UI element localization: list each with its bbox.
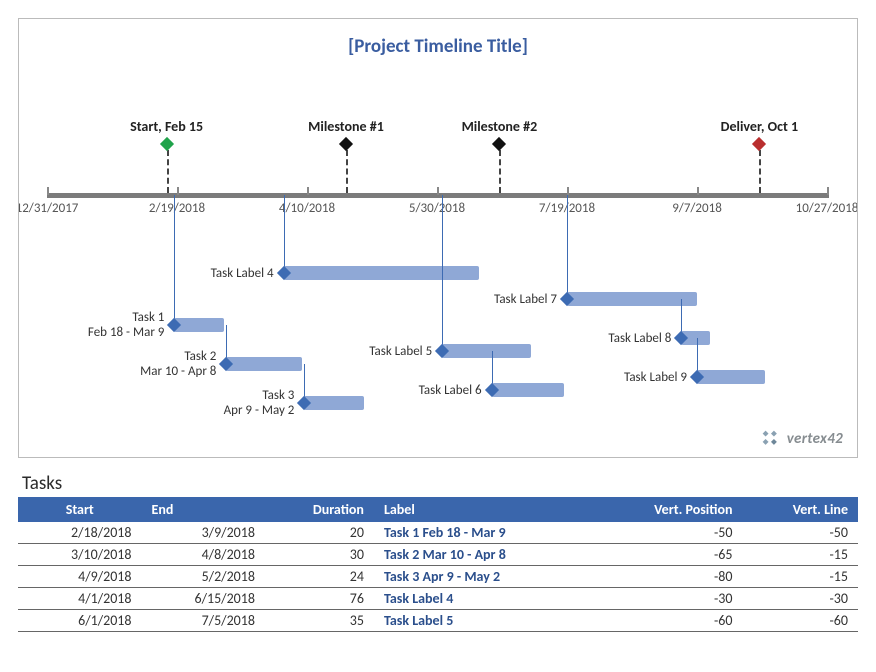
task-drop-line bbox=[174, 195, 175, 325]
task-label: Task Label 9 bbox=[624, 370, 695, 385]
milestone-drop-line bbox=[759, 150, 761, 193]
table-cell: -50 bbox=[742, 522, 858, 544]
table-cell: Task Label 5 bbox=[374, 610, 592, 632]
table-row: 6/1/20187/5/201835Task Label 5-60-60 bbox=[18, 610, 858, 632]
table-cell: 3/10/2018 bbox=[18, 544, 141, 566]
col-label: Label bbox=[374, 497, 592, 522]
col-duration: Duration bbox=[265, 497, 374, 522]
col-end: End bbox=[141, 497, 264, 522]
col-vpos: Vert. Position bbox=[592, 497, 743, 522]
table-row: 4/9/20185/2/201824Task 3 Apr 9 - May 2-8… bbox=[18, 566, 858, 588]
table-cell: -15 bbox=[742, 544, 858, 566]
table-cell: 3/9/2018 bbox=[141, 522, 264, 544]
axis-tick bbox=[567, 187, 569, 195]
axis-tick bbox=[437, 187, 439, 195]
task-label: Task Label 4 bbox=[211, 266, 282, 281]
chart-title: [Project Timeline Title] bbox=[47, 35, 829, 58]
axis-tick-label: 9/7/2018 bbox=[672, 201, 722, 216]
axis-tick bbox=[827, 187, 829, 195]
brand-icon bbox=[761, 429, 781, 449]
task-label: Task 3Apr 9 - May 2 bbox=[224, 388, 303, 418]
table-cell: -50 bbox=[592, 522, 743, 544]
task-bar bbox=[442, 344, 530, 358]
axis-tick-label: 5/30/2018 bbox=[409, 201, 465, 216]
tasks-table-header: Start End Duration Label Vert. Position … bbox=[18, 497, 858, 522]
tasks-table-section: Tasks Start End Duration Label Vert. Pos… bbox=[18, 472, 858, 632]
table-cell: 30 bbox=[265, 544, 374, 566]
table-cell: -60 bbox=[742, 610, 858, 632]
task-bar bbox=[304, 396, 364, 410]
task-bar bbox=[284, 266, 479, 280]
table-cell: 4/9/2018 bbox=[18, 566, 141, 588]
table-cell: 5/2/2018 bbox=[141, 566, 264, 588]
task-bar bbox=[492, 383, 565, 397]
col-vline: Vert. Line bbox=[742, 497, 858, 522]
milestone-drop-line bbox=[499, 150, 501, 193]
table-cell: Task 1 Feb 18 - Mar 9 bbox=[374, 522, 592, 544]
tasks-table: Start End Duration Label Vert. Position … bbox=[18, 497, 858, 632]
table-cell: -15 bbox=[742, 566, 858, 588]
axis-tick-label: 2/19/2018 bbox=[149, 201, 205, 216]
task-label: Task Label 6 bbox=[419, 383, 490, 398]
table-cell: Task 2 Mar 10 - Apr 8 bbox=[374, 544, 592, 566]
table-cell: -80 bbox=[592, 566, 743, 588]
milestone-label: Start, Feb 15 bbox=[130, 118, 203, 135]
task-label: Task 1Feb 18 - Mar 9 bbox=[88, 310, 172, 340]
timeline-chart: [Project Timeline Title] 12/31/2017 2/19/… bbox=[18, 18, 858, 458]
table-cell: 24 bbox=[265, 566, 374, 588]
task-label: Task Label 7 bbox=[494, 292, 565, 307]
task-drop-line bbox=[567, 195, 568, 299]
task-bar bbox=[174, 318, 223, 332]
brand-logo: vertex42 bbox=[761, 429, 843, 449]
brand-text: vertex42 bbox=[787, 430, 843, 448]
task-bar bbox=[697, 370, 765, 384]
table-cell: 2/18/2018 bbox=[18, 522, 141, 544]
tasks-table-title: Tasks bbox=[18, 472, 858, 497]
milestone-label: Milestone #1 bbox=[308, 118, 384, 135]
table-cell: 4/1/2018 bbox=[18, 588, 141, 610]
table-cell: -65 bbox=[592, 544, 743, 566]
axis-tick-label: 4/10/2018 bbox=[279, 201, 335, 216]
table-cell: 7/5/2018 bbox=[141, 610, 264, 632]
axis-tick bbox=[47, 187, 49, 195]
chart-plot-area: 12/31/20172/19/20184/10/20185/30/20187/1… bbox=[47, 88, 829, 458]
table-row: 3/10/20184/8/201830Task 2 Mar 10 - Apr 8… bbox=[18, 544, 858, 566]
milestone-drop-line bbox=[346, 150, 348, 193]
milestone-marker-icon bbox=[752, 137, 766, 151]
task-label: Task 2Mar 10 - Apr 8 bbox=[140, 349, 224, 379]
axis-tick bbox=[307, 187, 309, 195]
milestone-marker-icon bbox=[339, 137, 353, 151]
axis-tick-label: 12/31/2017 bbox=[18, 201, 78, 216]
table-cell: 20 bbox=[265, 522, 374, 544]
col-start: Start bbox=[18, 497, 141, 522]
table-cell: 6/15/2018 bbox=[141, 588, 264, 610]
milestone-label: Deliver, Oct 1 bbox=[721, 118, 798, 135]
milestone-label: Milestone #2 bbox=[462, 118, 538, 135]
task-drop-line bbox=[442, 195, 443, 351]
task-label: Task Label 8 bbox=[608, 331, 679, 346]
milestone-marker-icon bbox=[492, 137, 506, 151]
task-bar bbox=[567, 292, 697, 306]
task-label: Task Label 5 bbox=[369, 344, 440, 359]
table-cell: -30 bbox=[592, 588, 743, 610]
milestone-marker-icon bbox=[160, 137, 174, 151]
milestone-drop-line bbox=[167, 150, 169, 193]
table-cell: 35 bbox=[265, 610, 374, 632]
table-cell: 6/1/2018 bbox=[18, 610, 141, 632]
axis-tick-label: 10/27/2018 bbox=[796, 201, 858, 216]
table-cell: -30 bbox=[742, 588, 858, 610]
task-bar bbox=[226, 357, 301, 371]
table-cell: -60 bbox=[592, 610, 743, 632]
table-row: 2/18/20183/9/201820Task 1 Feb 18 - Mar 9… bbox=[18, 522, 858, 544]
table-cell: 4/8/2018 bbox=[141, 544, 264, 566]
table-cell: Task 3 Apr 9 - May 2 bbox=[374, 566, 592, 588]
axis-tick bbox=[177, 187, 179, 195]
table-row: 4/1/20186/15/201876Task Label 4-30-30 bbox=[18, 588, 858, 610]
axis-tick bbox=[697, 187, 699, 195]
task-drop-line bbox=[284, 195, 285, 273]
table-cell: Task Label 4 bbox=[374, 588, 592, 610]
table-cell: 76 bbox=[265, 588, 374, 610]
